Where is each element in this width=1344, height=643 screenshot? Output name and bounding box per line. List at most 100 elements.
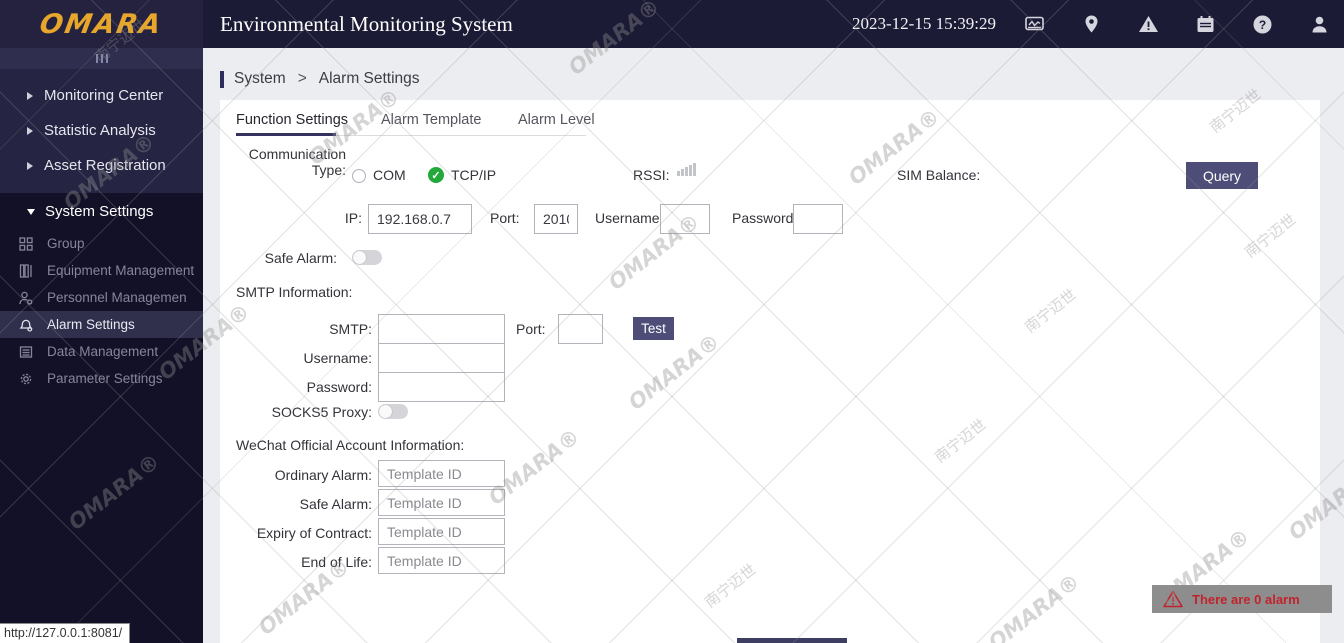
ordinary-alarm-label: Ordinary Alarm: [274, 467, 372, 483]
query-button[interactable]: Query [1186, 162, 1258, 189]
gear-icon [18, 371, 33, 386]
port-input[interactable] [534, 204, 578, 234]
wechat-safe-alarm-label: Safe Alarm: [299, 496, 372, 512]
end-of-life-input[interactable] [378, 547, 505, 574]
chevron-right-icon [27, 126, 33, 135]
password-input[interactable] [793, 204, 843, 234]
safe-alarm-label: Safe Alarm: [264, 250, 337, 266]
sidebar-item-label: Asset Registration [44, 157, 166, 174]
calendar-icon[interactable] [1195, 14, 1216, 35]
breadcrumb-accent-bar [220, 70, 224, 88]
tcpip-radio-label[interactable]: TCP/IP [451, 167, 496, 183]
sidebar-item-label: Data Management [47, 344, 159, 359]
alarm-warning-icon [1163, 590, 1183, 608]
test-button[interactable]: Test [633, 317, 674, 340]
sidebar-item-equipment-management[interactable]: Equipment Management [0, 257, 203, 284]
data-list-icon [18, 344, 33, 359]
ordinary-alarm-input[interactable] [378, 460, 505, 487]
group-grid-icon [18, 236, 33, 251]
logo-area[interactable]: OMARA [0, 0, 203, 48]
wechat-safe-alarm-input[interactable] [378, 489, 505, 516]
smtp-password-input[interactable] [378, 372, 505, 402]
username-input[interactable] [660, 204, 710, 234]
communication-type-label: Communication Type: [248, 146, 346, 178]
smtp-label: SMTP: [329, 321, 372, 337]
socks5-proxy-toggle[interactable] [378, 404, 408, 419]
sidebar-item-label: Personnel Managemen [47, 290, 187, 305]
sidebar-item-label: Parameter Settings [47, 371, 163, 386]
breadcrumb-parent[interactable]: System [234, 70, 286, 88]
smtp-section-label: SMTP Information: [236, 284, 353, 300]
username-label: Username: [595, 210, 664, 226]
breadcrumb-separator: > [297, 70, 307, 87]
com-radio[interactable] [352, 169, 366, 183]
breadcrumb: System > Alarm Settings [220, 70, 420, 88]
port-label: Port: [490, 210, 520, 226]
alarm-toast[interactable]: There are 0 alarm [1152, 585, 1332, 613]
alarm-toast-text: There are 0 alarm [1192, 591, 1300, 607]
end-of-life-label: End of Life: [301, 554, 372, 570]
sidebar-item-label: Equipment Management [47, 263, 195, 278]
header-datetime: 2023-12-15 15:39:29 [852, 14, 997, 33]
sim-balance-label: SIM Balance: [897, 167, 981, 183]
com-radio-label[interactable]: COM [373, 167, 406, 183]
personnel-icon [18, 290, 33, 305]
smtp-port-input[interactable] [558, 314, 603, 344]
sidebar-item-parameter-settings[interactable]: Parameter Settings [0, 365, 203, 392]
smtp-username-label: Username: [303, 350, 372, 366]
header-bar: OMARA Environmental Monitoring System 20… [0, 0, 1344, 48]
ip-input[interactable] [368, 204, 472, 234]
sidebar-item-label: Statistic Analysis [44, 122, 156, 139]
rssi-label: RSSI: [633, 167, 670, 183]
main-panel: Function Settings Alarm Template Alarm L… [220, 100, 1320, 643]
tab-alarm-template[interactable]: Alarm Template [381, 112, 481, 128]
tab-active-indicator [236, 133, 336, 136]
brand-logo: OMARA [37, 8, 166, 40]
tcpip-check-icon[interactable]: ✓ [428, 167, 444, 183]
alert-triangle-icon[interactable] [1138, 14, 1159, 35]
sidebar-section-label: System Settings [45, 203, 154, 220]
tab-alarm-level[interactable]: Alarm Level [518, 112, 595, 128]
chart-monitor-icon[interactable] [1024, 14, 1045, 35]
ip-label: IP: [344, 210, 362, 226]
save-button-partial[interactable] [737, 638, 847, 643]
expiry-of-contract-input[interactable] [378, 518, 505, 545]
sidebar: Monitoring Center Statistic Analysis Ass… [0, 48, 203, 643]
status-url-tooltip: http://127.0.0.1:8081/ [0, 623, 131, 643]
sidebar-collapse-toggle[interactable] [0, 48, 203, 69]
wechat-section-label: WeChat Official Account Information: [236, 437, 465, 453]
alarm-bell-icon [18, 317, 33, 332]
equipment-icon [18, 263, 33, 278]
chevron-right-icon [27, 91, 33, 100]
sidebar-top-menu: Monitoring Center Statistic Analysis Ass… [0, 69, 203, 193]
sidebar-item-label: Group [47, 236, 85, 251]
breadcrumb-current: Alarm Settings [318, 70, 420, 87]
user-icon[interactable] [1309, 14, 1330, 35]
sidebar-item-alarm-settings[interactable]: Alarm Settings [0, 311, 203, 338]
header-icon-group: ? [1024, 0, 1330, 48]
chevron-down-icon [27, 208, 35, 215]
sidebar-item-asset-registration[interactable]: Asset Registration [0, 148, 203, 183]
smtp-password-label: Password: [306, 379, 372, 395]
help-icon[interactable]: ? [1252, 14, 1273, 35]
sidebar-item-data-management[interactable]: Data Management [0, 338, 203, 365]
smtp-port-label: Port: [516, 321, 546, 337]
sidebar-system-menu: System Settings Group Equipment Manageme… [0, 193, 203, 392]
password-label: Password: [732, 210, 798, 226]
expiry-of-contract-label: Expiry of Contract: [256, 525, 372, 541]
tab-function-settings[interactable]: Function Settings [236, 112, 348, 128]
socks5-proxy-label: SOCKS5 Proxy: [271, 404, 372, 420]
sidebar-item-label: Monitoring Center [44, 87, 164, 104]
safe-alarm-toggle[interactable] [352, 250, 382, 265]
smtp-input[interactable] [378, 314, 505, 344]
location-pin-icon[interactable] [1081, 14, 1102, 35]
smtp-username-input[interactable] [378, 343, 505, 373]
rssi-signal-icon [677, 162, 696, 176]
sidebar-item-personnel-management[interactable]: Personnel Managemen [0, 284, 203, 311]
svg-text:?: ? [1259, 17, 1266, 31]
sidebar-item-monitoring-center[interactable]: Monitoring Center [0, 78, 203, 113]
sidebar-item-label: Alarm Settings [47, 317, 135, 332]
sidebar-item-group[interactable]: Group [0, 230, 203, 257]
sidebar-item-statistic-analysis[interactable]: Statistic Analysis [0, 113, 203, 148]
sidebar-item-system-settings[interactable]: System Settings [0, 193, 203, 230]
